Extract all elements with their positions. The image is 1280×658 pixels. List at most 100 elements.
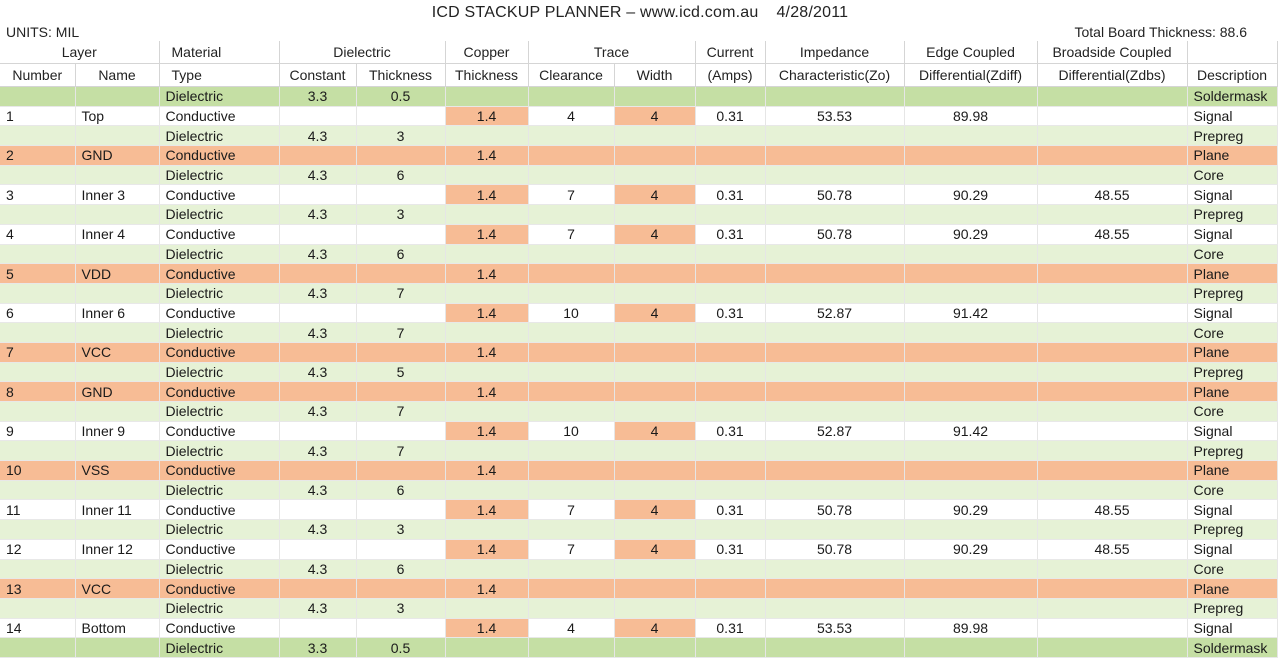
- table-row[interactable]: 3 Inner 3 Conductive 1.4 7 4 0.31 50.78 90.29 48.…: [0, 184, 1278, 206]
- current-amps-cell[interactable]: [695, 86, 766, 107]
- table-row[interactable]: Dielectric 4.3 7 Prepreg: [0, 283, 1278, 304]
- layer-description-cell[interactable]: Plane: [1187, 263, 1278, 284]
- broadside-zdbs-cell[interactable]: [1037, 263, 1188, 284]
- current-amps-cell[interactable]: [695, 559, 766, 580]
- dielectric-constant-cell[interactable]: [279, 263, 357, 284]
- copper-thickness-cell[interactable]: 1.4: [445, 263, 529, 284]
- trace-width-cell[interactable]: [614, 204, 696, 225]
- material-type-cell[interactable]: Dielectric: [159, 559, 280, 580]
- layer-number-cell[interactable]: 5: [0, 263, 76, 284]
- header-name[interactable]: Name: [75, 63, 160, 87]
- trace-clearance-cell[interactable]: [528, 322, 615, 343]
- dielectric-thickness-cell[interactable]: 6: [356, 559, 446, 580]
- dielectric-constant-cell[interactable]: 4.3: [279, 519, 357, 540]
- table-row[interactable]: Dielectric 4.3 7 Core: [0, 322, 1278, 343]
- impedance-zo-cell[interactable]: [765, 263, 905, 284]
- edge-coupled-zdiff-cell[interactable]: 90.29: [904, 184, 1038, 206]
- dielectric-thickness-cell[interactable]: [356, 184, 446, 206]
- layer-name-cell[interactable]: [75, 598, 160, 619]
- dielectric-constant-cell[interactable]: 4.3: [279, 401, 357, 422]
- broadside-zdbs-cell[interactable]: [1037, 362, 1188, 383]
- layer-name-cell[interactable]: [75, 165, 160, 186]
- dielectric-thickness-cell[interactable]: [356, 263, 446, 284]
- broadside-zdbs-cell[interactable]: [1037, 401, 1188, 422]
- trace-clearance-cell[interactable]: 4: [528, 106, 615, 127]
- impedance-zo-cell[interactable]: [765, 283, 905, 304]
- layer-description-cell[interactable]: Signal: [1187, 106, 1278, 127]
- dielectric-constant-cell[interactable]: 3.3: [279, 637, 357, 658]
- current-amps-cell[interactable]: [695, 342, 766, 363]
- layer-name-cell[interactable]: Inner 4: [75, 224, 160, 245]
- trace-width-cell[interactable]: [614, 480, 696, 501]
- broadside-zdbs-cell[interactable]: [1037, 460, 1188, 481]
- trace-clearance-cell[interactable]: 4: [528, 618, 615, 639]
- material-type-cell[interactable]: Dielectric: [159, 322, 280, 343]
- trace-clearance-cell[interactable]: [528, 578, 615, 599]
- trace-clearance-cell[interactable]: [528, 342, 615, 363]
- layer-name-cell[interactable]: [75, 244, 160, 265]
- layer-number-cell[interactable]: [0, 322, 76, 343]
- copper-thickness-cell[interactable]: 1.4: [445, 618, 529, 639]
- broadside-zdbs-cell[interactable]: [1037, 145, 1188, 166]
- trace-width-cell[interactable]: [614, 578, 696, 599]
- trace-width-cell[interactable]: [614, 145, 696, 166]
- dielectric-thickness-cell[interactable]: 3: [356, 598, 446, 619]
- table-row[interactable]: Dielectric 4.3 6 Core: [0, 165, 1278, 186]
- impedance-zo-cell[interactable]: [765, 362, 905, 383]
- material-type-cell[interactable]: Conductive: [159, 145, 280, 166]
- current-amps-cell[interactable]: [695, 578, 766, 599]
- current-amps-cell[interactable]: [695, 165, 766, 186]
- impedance-zo-cell[interactable]: [765, 440, 905, 462]
- broadside-zdbs-cell[interactable]: [1037, 598, 1188, 619]
- copper-thickness-cell[interactable]: [445, 204, 529, 225]
- current-amps-cell[interactable]: 0.31: [695, 184, 766, 206]
- trace-width-cell[interactable]: [614, 86, 696, 107]
- edge-coupled-zdiff-cell[interactable]: [904, 263, 1038, 284]
- current-amps-cell[interactable]: 0.31: [695, 499, 766, 521]
- dielectric-thickness-cell[interactable]: 0.5: [356, 637, 446, 658]
- impedance-zo-cell[interactable]: 50.78: [765, 499, 905, 521]
- edge-coupled-zdiff-cell[interactable]: 91.42: [904, 303, 1038, 324]
- dielectric-constant-cell[interactable]: [279, 145, 357, 166]
- dielectric-constant-cell[interactable]: 4.3: [279, 125, 357, 147]
- trace-clearance-cell[interactable]: [528, 204, 615, 225]
- dielectric-thickness-cell[interactable]: [356, 145, 446, 166]
- broadside-zdbs-cell[interactable]: [1037, 204, 1188, 225]
- impedance-zo-cell[interactable]: 50.78: [765, 224, 905, 245]
- copper-thickness-cell[interactable]: 1.4: [445, 224, 529, 245]
- table-row[interactable]: 9 Inner 9 Conductive 1.4 10 4 0.31 52.87 91.42 Si…: [0, 421, 1278, 442]
- header-characteristic[interactable]: Characteristic(Zo): [765, 63, 905, 87]
- layer-name-cell[interactable]: Inner 6: [75, 303, 160, 324]
- copper-thickness-cell[interactable]: [445, 244, 529, 265]
- edge-coupled-zdiff-cell[interactable]: [904, 362, 1038, 383]
- layer-number-cell[interactable]: 6: [0, 303, 76, 324]
- material-type-cell[interactable]: Conductive: [159, 539, 280, 560]
- edge-coupled-zdiff-cell[interactable]: [904, 578, 1038, 599]
- header-constant[interactable]: Constant: [279, 63, 357, 87]
- table-row[interactable]: Dielectric 4.3 5 Prepreg: [0, 362, 1278, 383]
- edge-coupled-zdiff-cell[interactable]: [904, 440, 1038, 462]
- table-row[interactable]: 7 VCC Conductive 1.4 Plane: [0, 342, 1278, 363]
- copper-thickness-cell[interactable]: [445, 598, 529, 619]
- header-clearance[interactable]: Clearance: [528, 63, 615, 87]
- impedance-zo-cell[interactable]: [765, 342, 905, 363]
- trace-clearance-cell[interactable]: [528, 559, 615, 580]
- trace-width-cell[interactable]: [614, 381, 696, 402]
- edge-coupled-zdiff-cell[interactable]: 89.98: [904, 618, 1038, 639]
- layer-number-cell[interactable]: 7: [0, 342, 76, 363]
- header-copper-thickness[interactable]: Thickness: [445, 63, 529, 87]
- layer-description-cell[interactable]: Core: [1187, 480, 1278, 501]
- copper-thickness-cell[interactable]: [445, 401, 529, 422]
- layer-number-cell[interactable]: [0, 519, 76, 540]
- table-row[interactable]: 1 Top Conductive 1.4 4 4 0.31 53.53 89.98 Signal: [0, 106, 1278, 127]
- layer-description-cell[interactable]: Core: [1187, 322, 1278, 343]
- dielectric-thickness-cell[interactable]: [356, 106, 446, 127]
- trace-clearance-cell[interactable]: [528, 165, 615, 186]
- trace-width-cell[interactable]: [614, 637, 696, 658]
- layer-name-cell[interactable]: Inner 9: [75, 421, 160, 442]
- copper-thickness-cell[interactable]: [445, 165, 529, 186]
- impedance-zo-cell[interactable]: 53.53: [765, 106, 905, 127]
- edge-coupled-zdiff-cell[interactable]: [904, 145, 1038, 166]
- copper-thickness-cell[interactable]: [445, 480, 529, 501]
- layer-number-cell[interactable]: [0, 244, 76, 265]
